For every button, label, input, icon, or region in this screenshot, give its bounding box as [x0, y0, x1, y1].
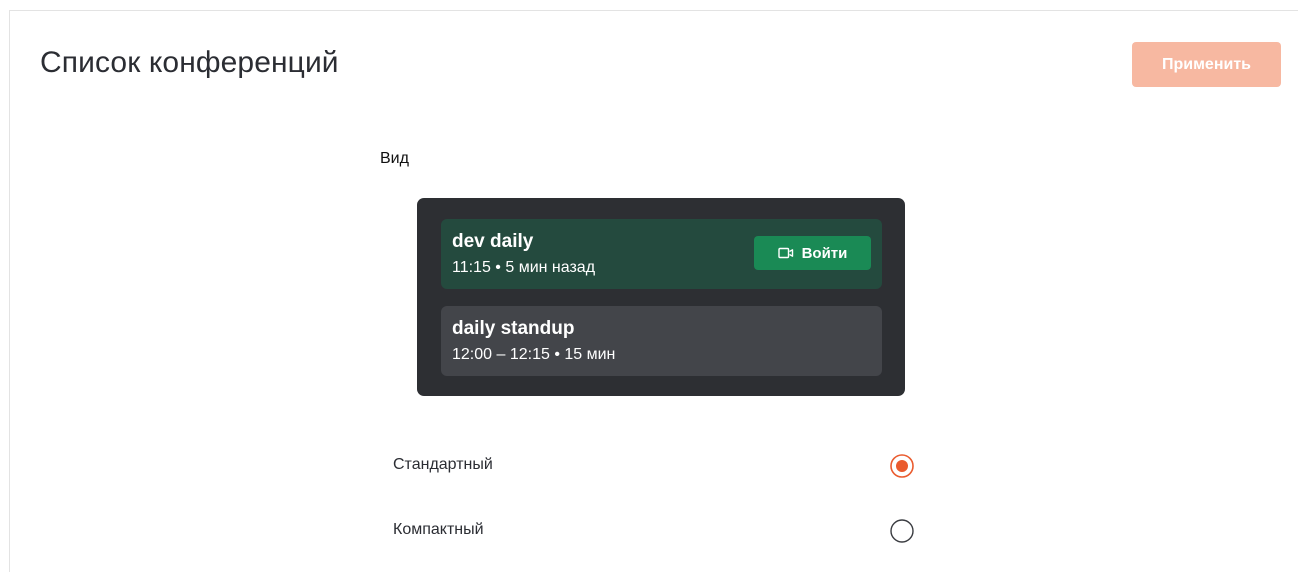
conference-time: 11:15 • 5 мин назад [452, 259, 596, 276]
apply-button[interactable]: Применить [1132, 42, 1281, 87]
option-label: Стандартный [393, 456, 493, 473]
conference-list-settings: Список конференций Применить Вид dev dai… [0, 0, 1298, 572]
join-button-label: Войти [801, 244, 848, 262]
conference-card-upcoming: daily standup 12:00 – 12:15 • 15 мин [441, 306, 882, 376]
conference-title: daily standup [452, 318, 575, 339]
conference-list-preview: dev daily 11:15 • 5 мин назад Войти dail… [417, 198, 905, 396]
option-compact[interactable]: Компактный [393, 515, 919, 547]
option-standard[interactable]: Стандартный [393, 450, 919, 482]
view-section-label: Вид [380, 150, 409, 167]
panel-left-border [9, 10, 10, 572]
radio-compact[interactable] [889, 518, 915, 544]
video-camera-icon [777, 247, 794, 259]
conference-time: 12:00 – 12:15 • 15 мин [452, 346, 616, 363]
option-label: Компактный [393, 521, 484, 538]
conference-card-active: dev daily 11:15 • 5 мин назад Войти [441, 219, 882, 289]
radio-standard[interactable] [889, 453, 915, 479]
panel-top-border [9, 10, 1298, 11]
conference-title: dev daily [452, 231, 534, 252]
page-title: Список конференций [40, 46, 339, 79]
join-button[interactable]: Войти [754, 236, 871, 270]
